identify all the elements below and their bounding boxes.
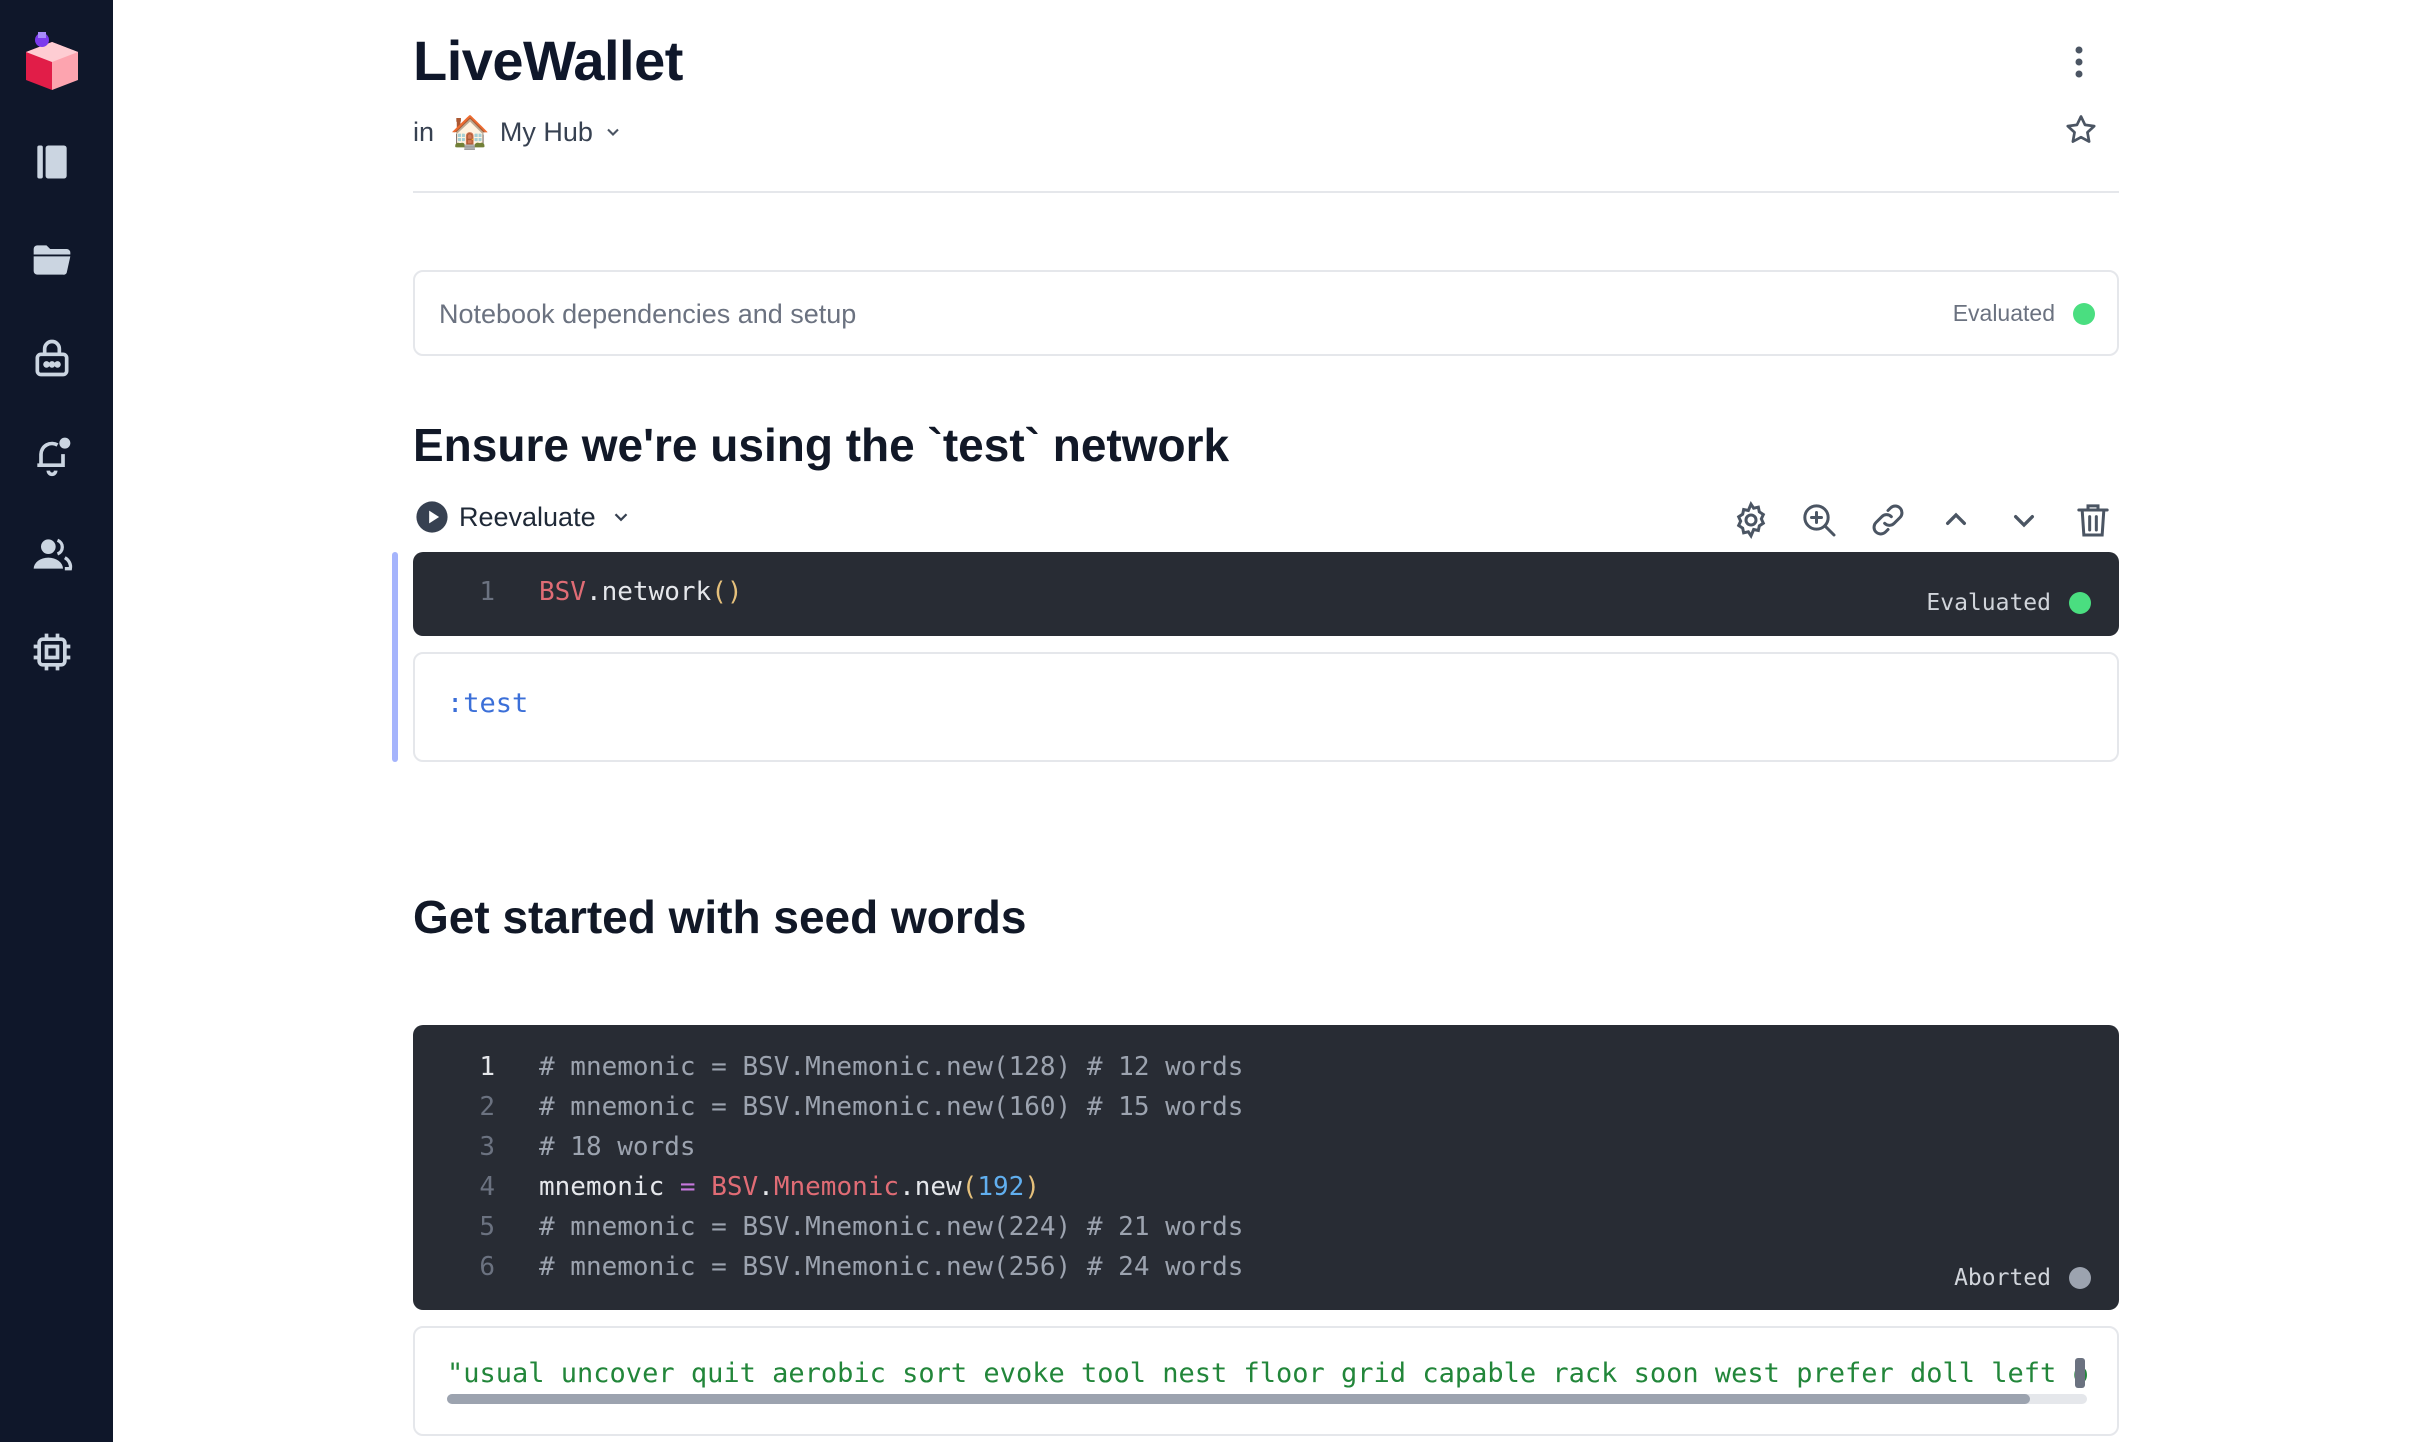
status-dot-icon	[2069, 592, 2091, 614]
code-text: BSV.network()	[539, 577, 743, 607]
sidebar	[0, 0, 113, 1442]
code-line: 3 # 18 words	[413, 1127, 696, 1167]
reevaluate-button[interactable]: Reevaluate	[415, 500, 632, 534]
code-line: 5 # mnemonic = BSV.Mnemonic.new(224) # 2…	[413, 1207, 1243, 1247]
cell-status-text: Aborted	[1954, 1265, 2051, 1291]
line-number: 1	[479, 1052, 495, 1082]
gear-icon[interactable]	[1731, 500, 1771, 540]
section-heading-network: Ensure we're using the `test` network	[413, 419, 1230, 471]
line-number: 4	[479, 1172, 495, 1202]
hub-prefix: in	[413, 116, 435, 147]
line-number: 6	[479, 1252, 495, 1282]
move-down-icon[interactable]	[2004, 500, 2044, 540]
code-line: 2 # mnemonic = BSV.Mnemonic.new(160) # 1…	[413, 1087, 1243, 1127]
cpu-icon[interactable]	[28, 628, 76, 676]
setup-status-text: Evaluated	[1952, 300, 2055, 326]
code-cell-network[interactable]: 1 BSV.network() Evaluated	[413, 552, 2119, 636]
chevron-down-icon	[607, 128, 619, 136]
line-number: 1	[479, 577, 495, 607]
cell-status-text: Evaluated	[1926, 590, 2051, 616]
star-icon[interactable]	[2063, 112, 2099, 148]
code-text: # mnemonic = BSV.Mnemonic.new(224) # 21 …	[539, 1212, 1244, 1242]
notebook-title[interactable]: LiveWallet	[413, 28, 683, 93]
notifications-icon[interactable]	[28, 432, 76, 480]
play-icon	[416, 501, 448, 533]
reevaluate-label: Reevaluate	[459, 501, 596, 532]
header-divider	[413, 191, 2119, 193]
section-heading-seed-words: Get started with seed words	[413, 891, 1027, 943]
zoom-in-icon[interactable]	[1799, 500, 1839, 540]
cell-output-mnemonic[interactable]: "usual uncover quit aerobic sort evoke t…	[413, 1326, 2119, 1436]
cell-toolbar: Reevaluate	[413, 496, 2119, 544]
cell-status: Aborted	[1954, 1265, 2091, 1291]
hub-emoji-icon: 🏠	[450, 114, 490, 150]
code-text: # mnemonic = BSV.Mnemonic.new(256) # 24 …	[539, 1252, 1244, 1282]
focused-cell-indicator	[392, 552, 398, 762]
hub-selector[interactable]: in 🏠 My Hub	[413, 112, 623, 152]
code-text: mnemonic = BSV.Mnemonic.new(192)	[539, 1172, 1040, 1202]
cell-status: Evaluated	[1926, 590, 2091, 616]
setup-section[interactable]: Notebook dependencies and setup Evaluate…	[413, 270, 2119, 356]
output-value: :test	[447, 688, 529, 719]
code-text: # mnemonic = BSV.Mnemonic.new(160) # 15 …	[539, 1092, 1244, 1122]
cell-output-network: :test	[413, 652, 2119, 762]
code-line: 1 BSV.network()	[413, 572, 743, 612]
status-dot-icon	[2069, 1267, 2091, 1289]
folder-icon[interactable]	[28, 236, 76, 284]
notebook-main: LiveWallet in 🏠 My Hub Notebook dependen…	[113, 0, 2432, 1442]
more-menu-icon[interactable]	[2073, 44, 2085, 80]
hub-name: My Hub	[499, 116, 593, 147]
link-icon[interactable]	[1868, 500, 1908, 540]
secrets-icon[interactable]	[28, 334, 76, 382]
line-number: 2	[479, 1092, 495, 1122]
code-line: 4 mnemonic = BSV.Mnemonic.new(192)	[413, 1167, 1040, 1207]
chevron-down-icon[interactable]	[610, 506, 632, 528]
output-value: "usual uncover quit aerobic sort evoke t…	[447, 1358, 2087, 1389]
line-number: 5	[479, 1212, 495, 1242]
logo-icon[interactable]	[16, 28, 88, 100]
move-up-icon[interactable]	[1936, 500, 1976, 540]
status-dot-icon	[2073, 302, 2095, 325]
notebook-icon[interactable]	[28, 138, 76, 186]
users-icon[interactable]	[28, 530, 76, 578]
trash-icon[interactable]	[2073, 500, 2113, 540]
scroll-handle[interactable]	[2075, 1358, 2085, 1388]
code-text: # mnemonic = BSV.Mnemonic.new(128) # 12 …	[539, 1052, 1244, 1082]
horizontal-scrollbar[interactable]	[447, 1394, 2030, 1404]
code-line: 1 # mnemonic = BSV.Mnemonic.new(128) # 1…	[413, 1047, 1243, 1087]
setup-status: Evaluated	[1953, 300, 2095, 327]
line-number: 3	[479, 1132, 495, 1162]
code-cell-mnemonic[interactable]: 1 # mnemonic = BSV.Mnemonic.new(128) # 1…	[413, 1025, 2119, 1310]
setup-label: Notebook dependencies and setup	[439, 299, 857, 329]
code-text: # 18 words	[539, 1132, 696, 1162]
code-line: 6 # mnemonic = BSV.Mnemonic.new(256) # 2…	[413, 1247, 1243, 1287]
